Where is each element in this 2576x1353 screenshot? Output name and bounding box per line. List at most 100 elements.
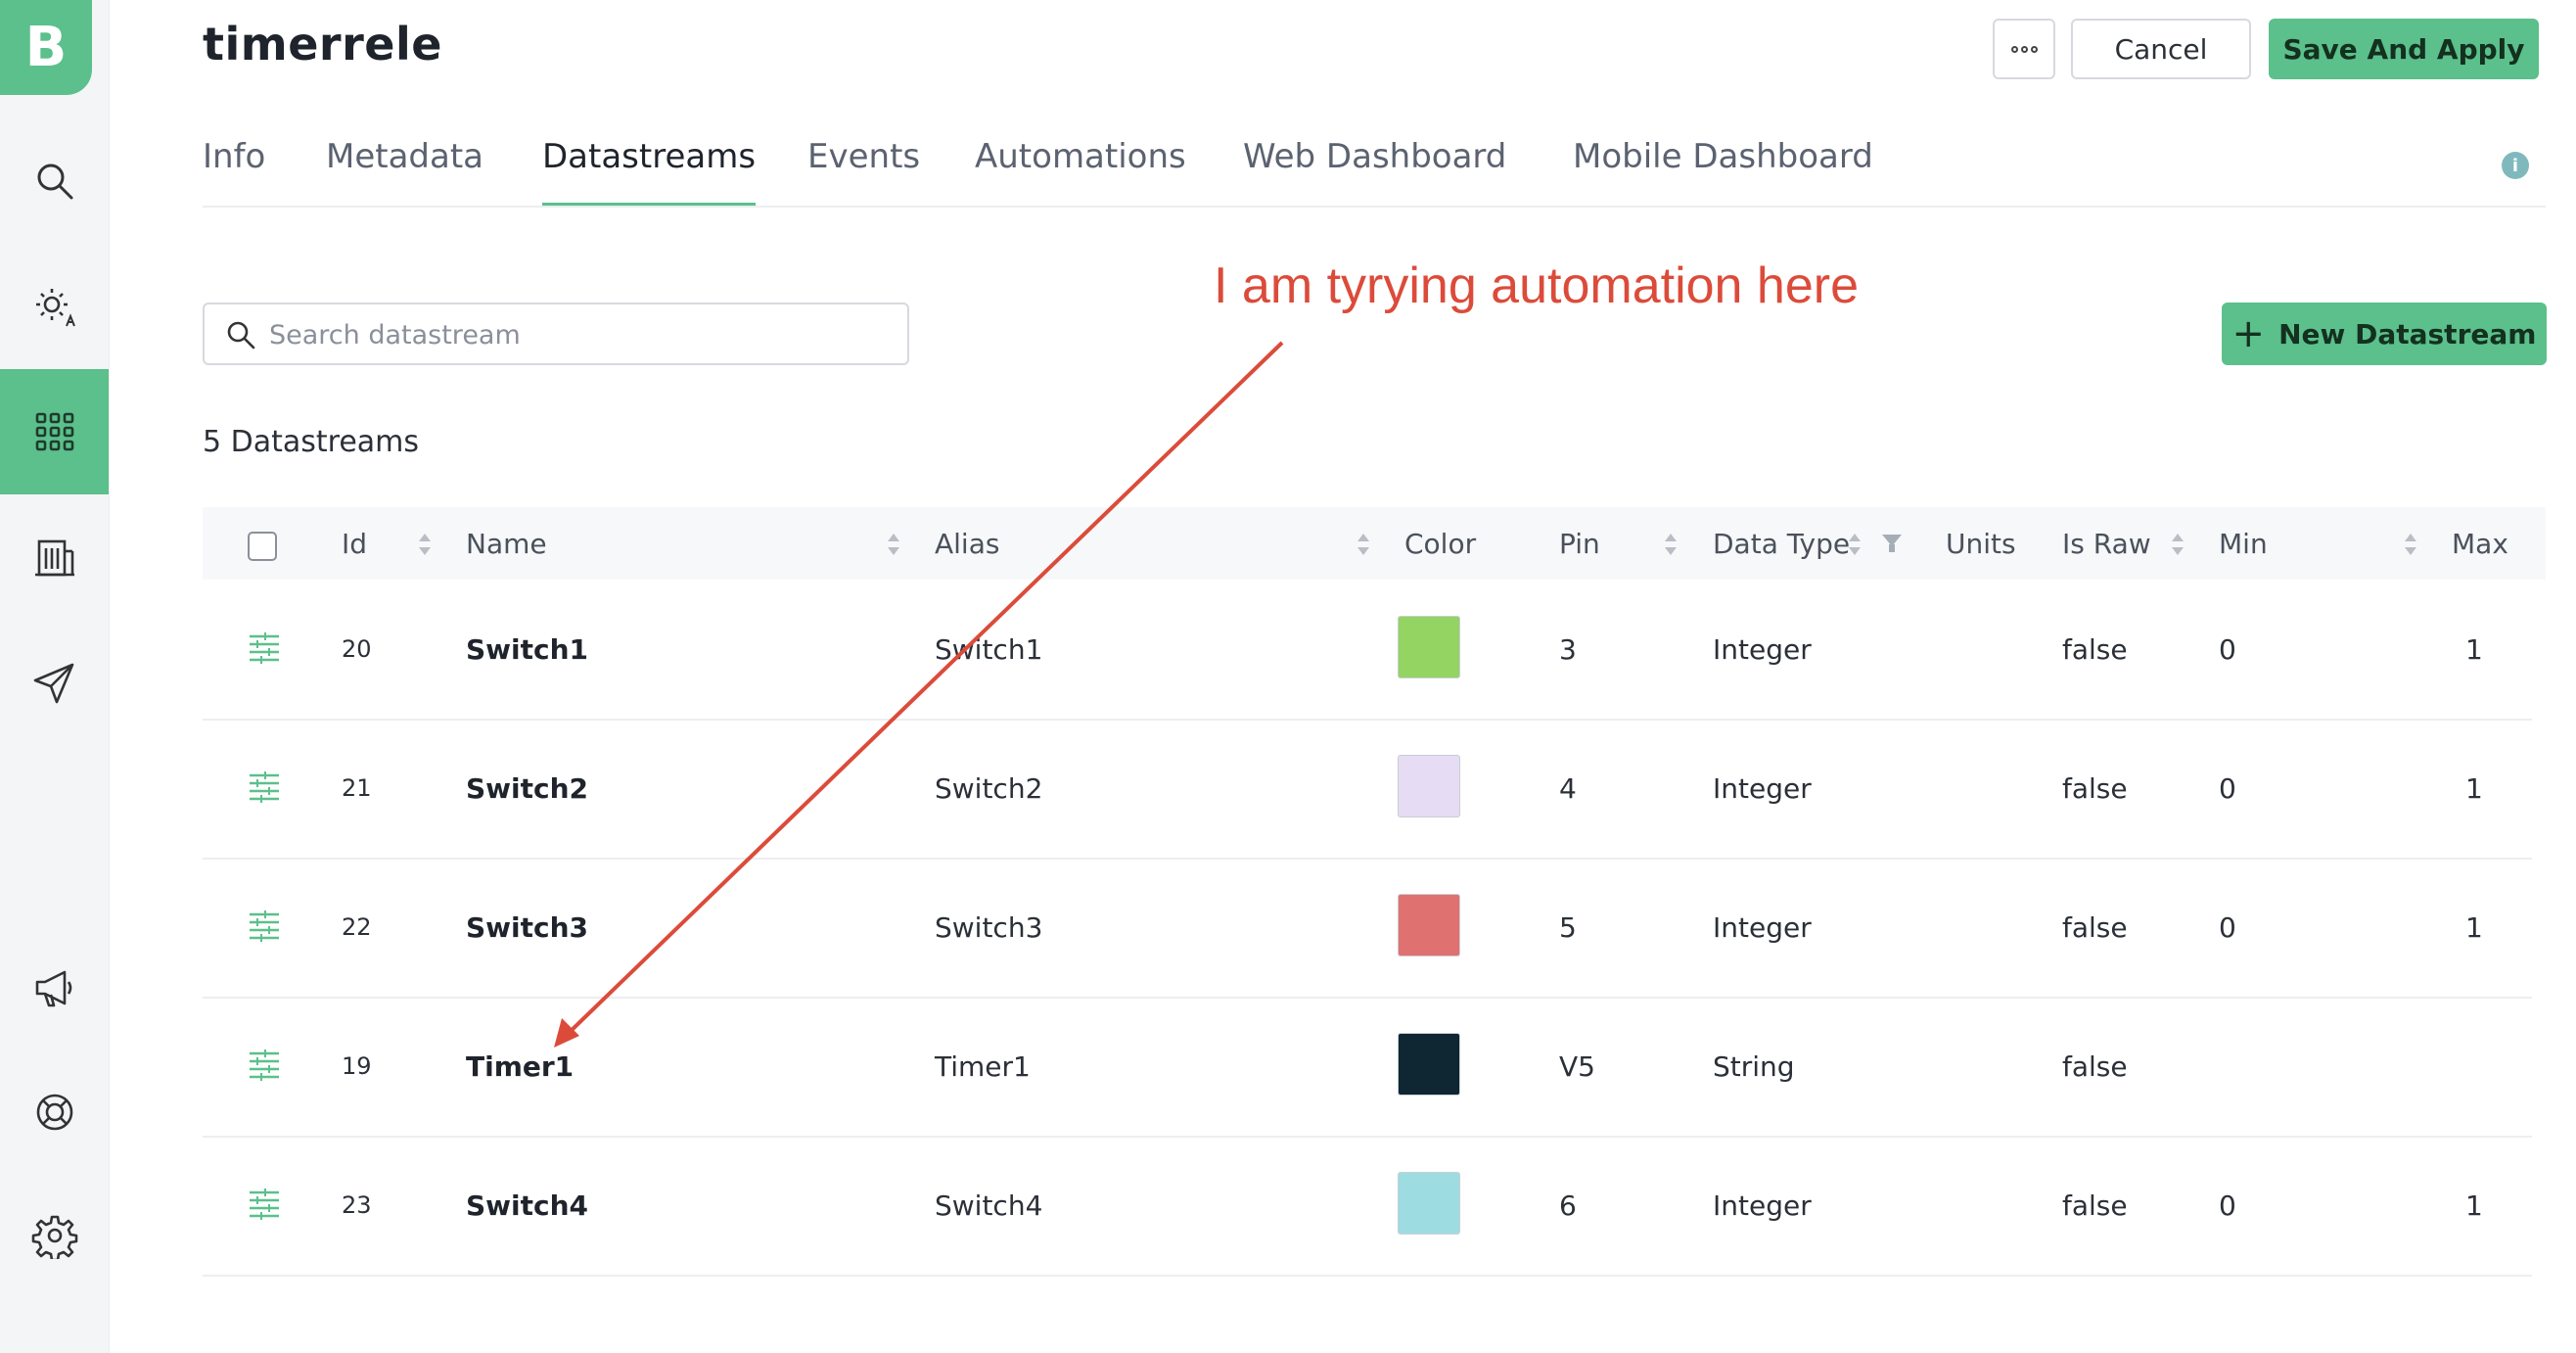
send-icon (33, 663, 73, 704)
column-header-name[interactable]: Name (466, 507, 547, 580)
cell-pin: 5 (1559, 910, 1577, 944)
column-header-data-type[interactable]: Data Type (1713, 507, 1850, 580)
cell-name[interactable]: Switch3 (466, 858, 588, 997)
tab-automations[interactable]: Automations (975, 137, 1186, 208)
cell-pin: 4 (1559, 771, 1577, 805)
search-icon (227, 321, 255, 350)
annotation-text: I am tyrying automation here (1214, 257, 1859, 314)
cell-data-type: String (1713, 1050, 1795, 1083)
sidebar-item-templates[interactable] (0, 369, 109, 494)
save-and-apply-button[interactable]: Save And Apply (2269, 19, 2539, 79)
search-datastream-box (203, 303, 909, 365)
tab-events[interactable]: Events (807, 137, 920, 208)
table-row[interactable]: 21 Switch2 Switch2 4 Integer false 0 1 (203, 719, 2532, 860)
new-datastream-label: New Datastream (2278, 317, 2537, 350)
cell-id: 21 (342, 774, 372, 802)
cell-max: 1 (2465, 632, 2483, 666)
sort-icon[interactable] (2405, 534, 2416, 555)
plus-icon: + (2231, 311, 2266, 356)
cell-alias: Switch4 (935, 1189, 1043, 1222)
page-title: timerrele (203, 18, 442, 70)
sort-icon[interactable] (888, 534, 899, 555)
cell-name[interactable]: Switch4 (466, 1136, 588, 1275)
sort-icon[interactable] (419, 534, 431, 555)
color-swatch (1398, 755, 1460, 817)
column-header-id[interactable]: Id (342, 507, 367, 580)
column-header-min[interactable]: Min (2219, 507, 2268, 580)
color-swatch (1398, 616, 1460, 678)
tab-datastreams[interactable]: Datastreams (542, 137, 757, 208)
color-swatch (1398, 1033, 1460, 1096)
cell-data-type: Integer (1713, 1189, 1812, 1222)
datastream-icon (250, 632, 279, 664)
tab-metadata[interactable]: Metadata (326, 137, 483, 208)
cell-min: 0 (2219, 771, 2236, 805)
tab-web-dashboard[interactable]: Web Dashboard (1243, 137, 1506, 208)
tab-mobile-dashboard[interactable]: Mobile Dashboard (1573, 137, 1873, 208)
gear-icon (31, 1215, 77, 1259)
table-row[interactable]: 19 Timer1 Timer1 V5 String false (203, 997, 2532, 1138)
cell-min: 0 (2219, 1189, 2236, 1222)
search-datastream-input[interactable] (267, 310, 897, 359)
sun-automation-icon (35, 289, 75, 327)
info-icon[interactable]: i (2502, 152, 2529, 179)
megaphone-icon (35, 970, 71, 1007)
cell-is-raw: false (2062, 771, 2128, 805)
column-header-max[interactable]: Max (2452, 507, 2508, 580)
sidebar-item-messages[interactable] (0, 620, 109, 745)
column-header-color: Color (1404, 527, 1477, 560)
filter-icon[interactable] (1882, 535, 1902, 552)
table-row[interactable]: 22 Switch3 Switch3 5 Integer false 0 1 (203, 858, 2532, 999)
cell-pin: V5 (1559, 1050, 1595, 1083)
cell-data-type: Integer (1713, 910, 1812, 944)
table-row[interactable]: 20 Switch1 Switch1 3 Integer false 0 1 (203, 580, 2532, 721)
more-options-button[interactable] (1993, 19, 2055, 79)
tabs-divider (203, 206, 2546, 208)
cell-name[interactable]: Switch1 (466, 580, 588, 719)
column-header-pin[interactable]: Pin (1559, 507, 1600, 580)
cell-name[interactable]: Timer1 (466, 997, 574, 1136)
app-logo[interactable]: B (0, 0, 92, 95)
sidebar-item-automations[interactable] (0, 244, 109, 369)
sidebar-item-help[interactable] (0, 1050, 109, 1175)
cell-is-raw: false (2062, 1189, 2128, 1222)
table-row[interactable]: 23 Switch4 Switch4 6 Integer false 0 1 (203, 1136, 2532, 1277)
new-datastream-button[interactable]: + New Datastream (2222, 303, 2547, 365)
cell-id: 22 (342, 913, 372, 941)
cell-id: 19 (342, 1052, 372, 1080)
datastream-icon (250, 910, 279, 942)
cell-data-type: Integer (1713, 632, 1812, 666)
cell-name[interactable]: Switch2 (466, 719, 588, 858)
sort-icon[interactable] (1357, 534, 1369, 555)
column-header-units: Units (1946, 527, 2016, 560)
more-dots-icon (2010, 45, 2038, 53)
cell-alias: Switch2 (935, 771, 1043, 805)
sidebar-item-search[interactable] (0, 118, 109, 244)
tab-info[interactable]: Info (203, 137, 265, 208)
cell-alias: Switch1 (935, 632, 1043, 666)
sort-icon[interactable] (2172, 534, 2184, 555)
sidebar-item-organizations[interactable] (0, 494, 109, 620)
column-header-is-raw[interactable]: Is Raw (2062, 507, 2151, 580)
column-header-alias[interactable]: Alias (935, 507, 999, 580)
datastream-count: 5 Datastreams (203, 425, 420, 459)
sidebar-item-announcements[interactable] (0, 925, 109, 1050)
cell-max: 1 (2465, 771, 2483, 805)
datastream-icon (250, 771, 279, 803)
cell-alias: Switch3 (935, 910, 1043, 944)
sidebar-item-settings[interactable] (0, 1173, 109, 1298)
cell-is-raw: false (2062, 910, 2128, 944)
cell-max: 1 (2465, 910, 2483, 944)
select-all-checkbox[interactable] (248, 532, 277, 561)
cancel-button[interactable]: Cancel (2071, 19, 2251, 79)
cell-data-type: Integer (1713, 771, 1812, 805)
color-swatch (1398, 1172, 1460, 1235)
cell-pin: 3 (1559, 632, 1577, 666)
cell-min: 0 (2219, 910, 2236, 944)
sort-icon[interactable] (1665, 534, 1677, 555)
lifebuoy-icon (36, 1094, 72, 1131)
datastream-icon (250, 1050, 279, 1081)
search-icon (37, 163, 72, 200)
cell-id: 23 (342, 1191, 372, 1219)
sort-icon[interactable] (1849, 534, 1861, 555)
